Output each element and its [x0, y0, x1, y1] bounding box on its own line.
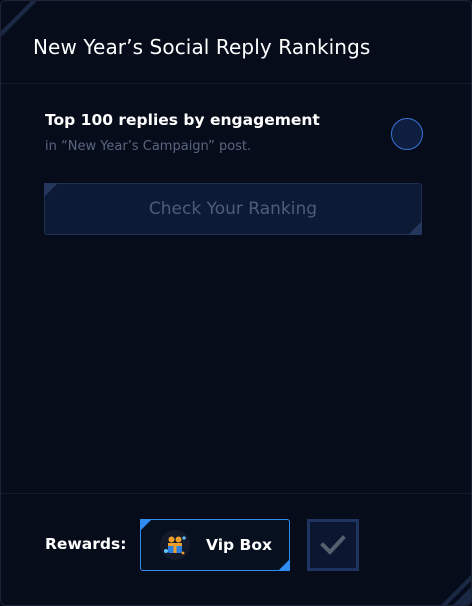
reward-corner-top-left	[140, 519, 152, 531]
task-status-indicator	[391, 118, 423, 150]
button-corner-bottom-right	[408, 221, 422, 235]
reward-label: Vip Box	[206, 536, 272, 554]
corner-decoration-bottom-right	[441, 575, 471, 605]
panel-title: New Year’s Social Reply Rankings	[33, 35, 371, 59]
footer-divider	[1, 493, 471, 494]
button-corner-top-left	[44, 183, 58, 197]
claim-reward-checkbox[interactable]	[307, 519, 359, 571]
reward-item-vip-box[interactable]: Vip Box	[140, 519, 290, 571]
checkmark-icon	[320, 535, 346, 555]
panel-header: New Year’s Social Reply Rankings	[1, 1, 471, 84]
rankings-panel: New Year’s Social Reply Rankings Top 100…	[0, 0, 472, 606]
check-ranking-button[interactable]: Check Your Ranking	[44, 183, 422, 235]
reward-corner-bottom-right	[278, 559, 290, 571]
task-subtitle: in “New Year’s Campaign” post.	[45, 139, 252, 154]
task-title: Top 100 replies by engagement	[45, 111, 320, 129]
vip-box-icon	[160, 530, 190, 560]
rewards-label: Rewards:	[45, 535, 127, 553]
check-ranking-label: Check Your Ranking	[148, 199, 318, 219]
